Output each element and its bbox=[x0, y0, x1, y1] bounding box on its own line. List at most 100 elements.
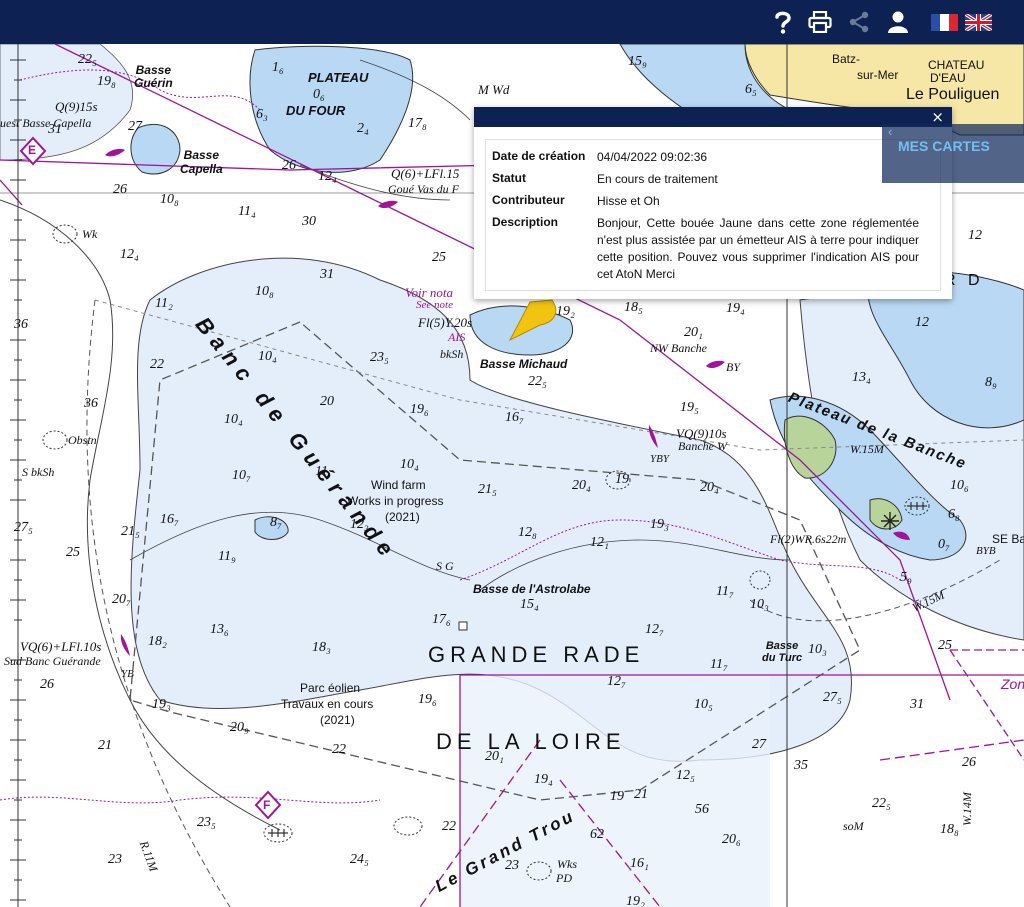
label-pouliguen: Le Pouliguen bbox=[906, 86, 1000, 103]
depth-sounding: 22 bbox=[150, 357, 164, 372]
label-ouest-capella: uest Basse Capella bbox=[0, 116, 92, 130]
label-date: Date de création bbox=[492, 149, 586, 163]
depth-sounding: 25 bbox=[66, 545, 80, 560]
depth-sounding: 19₄ bbox=[726, 301, 745, 316]
label-2021-a: (2021) bbox=[385, 510, 420, 524]
depth-sounding: 16₇ bbox=[505, 410, 524, 425]
depth-sounding: 18₂ bbox=[148, 634, 167, 649]
label-goue-vas: Goué Vas du F bbox=[388, 182, 459, 196]
label-wind-farm: Wind farm bbox=[371, 478, 426, 492]
depth-sounding: 62 bbox=[590, 827, 604, 842]
depth-sounding: 36 bbox=[84, 396, 98, 411]
label-by: BY bbox=[726, 360, 741, 374]
depth-sounding: 26 bbox=[40, 677, 54, 692]
depth-sounding: 11₉ bbox=[218, 549, 236, 564]
feature-info-popup: × Date de création 04/04/2022 09:02:36 S… bbox=[474, 107, 952, 299]
label-basse-astrolabe: Basse de l'Astrolabe bbox=[473, 582, 591, 596]
depth-sounding: 10₆ bbox=[950, 478, 969, 493]
depth-sounding: 12₄ bbox=[318, 169, 337, 184]
depth-sounding: 15₄ bbox=[520, 597, 539, 612]
label-sud-banc: Sud Banc Guérande bbox=[4, 654, 101, 668]
depth-sounding: 19₂ bbox=[626, 894, 645, 907]
label-du-four: DU FOUR bbox=[286, 103, 346, 118]
label-contributeur: Contributeur bbox=[492, 193, 565, 207]
depth-sounding: 26 bbox=[282, 158, 296, 173]
depth-sounding: 23 bbox=[505, 858, 519, 873]
label-travaux: Travaux en cours bbox=[281, 697, 374, 711]
depth-sounding: 12 bbox=[915, 315, 929, 330]
help-icon[interactable] bbox=[769, 8, 797, 36]
value-statut: En cours de traitement bbox=[597, 172, 718, 186]
depth-sounding: 22₅ bbox=[872, 796, 891, 811]
depth-sounding: 23₅ bbox=[370, 350, 389, 365]
label-w15m: W.15M bbox=[850, 442, 884, 456]
mes-cartes-button[interactable]: MES CARTES bbox=[898, 138, 990, 154]
mes-cartes-panel[interactable]: ‹ MES CARTES bbox=[882, 124, 1024, 183]
label-s-bksh: S bkSh bbox=[22, 465, 55, 479]
depth-sounding: 19₆ bbox=[418, 692, 437, 707]
depth-sounding: 22 bbox=[332, 742, 346, 757]
chevron-left-icon[interactable]: ‹ bbox=[888, 124, 892, 139]
value-description: Bonjour, Cette bouée Jaune dans cette zo… bbox=[597, 216, 919, 281]
label-basse-capella: Basse Capella bbox=[180, 148, 223, 176]
label-sur-mer: sur-Mer bbox=[857, 68, 899, 82]
flag-uk-icon[interactable] bbox=[965, 14, 992, 31]
label-see-note: See note bbox=[416, 299, 453, 311]
depth-sounding: 2₄ bbox=[357, 121, 369, 136]
depth-sounding: 5₉ bbox=[900, 570, 912, 585]
label-plateau: PLATEAU bbox=[308, 70, 369, 85]
label-fl2wr: Fl(2)WR.6s22m bbox=[770, 532, 847, 546]
label-yb: YB bbox=[121, 668, 134, 680]
depth-sounding: 18₈ bbox=[940, 822, 959, 837]
label-zon: Zon bbox=[1001, 676, 1024, 692]
label-wks: Wks bbox=[557, 857, 577, 871]
depth-sounding: 11₇ bbox=[710, 657, 728, 672]
depth-sounding: 18₃ bbox=[312, 640, 331, 655]
label-zone-e: E bbox=[28, 143, 37, 157]
depth-sounding: 35 bbox=[794, 758, 808, 773]
depth-sounding: 56 bbox=[695, 802, 709, 817]
depth-sounding: 19₅ bbox=[680, 400, 699, 415]
depth-sounding: 12₈ bbox=[518, 525, 537, 540]
label-chateau: CHATEAU bbox=[928, 58, 985, 72]
depth-sounding: 10₇ bbox=[232, 468, 251, 483]
depth-sounding: 13₄ bbox=[852, 370, 871, 385]
depth-sounding: 30 bbox=[302, 214, 316, 229]
close-icon[interactable]: × bbox=[931, 109, 944, 125]
depth-sounding: 19 bbox=[610, 789, 624, 804]
depth-sounding: 10₈ bbox=[255, 284, 274, 299]
depth-sounding: 10₄ bbox=[400, 457, 419, 472]
label-pd: PD bbox=[556, 871, 572, 885]
depth-sounding: 25 bbox=[938, 638, 952, 653]
depth-sounding: 27₅ bbox=[823, 690, 842, 705]
label-q6: Q(6)+LFl.15 bbox=[391, 166, 460, 181]
user-icon[interactable] bbox=[884, 8, 912, 36]
label-zone-f: F bbox=[263, 798, 271, 812]
depth-sounding: 8₇ bbox=[270, 515, 282, 530]
depth-sounding: 12₃ bbox=[350, 517, 369, 532]
depth-sounding: 12₄ bbox=[120, 247, 139, 262]
popup-header: × bbox=[474, 107, 952, 127]
depth-sounding: 31 bbox=[910, 697, 924, 712]
flag-fr-icon[interactable] bbox=[931, 14, 958, 31]
depth-sounding: 22₅ bbox=[78, 52, 97, 67]
depth-sounding: 13₆ bbox=[210, 622, 229, 637]
depth-sounding: 11₇ bbox=[716, 584, 734, 599]
depth-sounding: 20₆ bbox=[722, 832, 741, 847]
depth-sounding: 1₆ bbox=[272, 60, 284, 75]
depth-sounding: 26 bbox=[962, 755, 976, 770]
label-2021-b: (2021) bbox=[320, 713, 355, 727]
depth-sounding: 19₄ bbox=[534, 772, 553, 787]
label-w14m: W.14M bbox=[960, 792, 974, 826]
label-byb: BYB bbox=[976, 545, 996, 557]
depth-sounding: 20₁ bbox=[485, 749, 504, 764]
depth-sounding: 10₃ bbox=[808, 642, 827, 657]
depth-sounding: 10₅ bbox=[694, 697, 713, 712]
share-icon[interactable] bbox=[845, 8, 873, 36]
value-contributeur: Hisse et Oh bbox=[597, 194, 660, 208]
label-nw-banche: NW Banche bbox=[650, 341, 707, 355]
depth-sounding: 31 bbox=[320, 267, 334, 282]
label-fl5y: Fl(5)Y.20s bbox=[418, 315, 473, 330]
label-banche-w: Banche W bbox=[678, 439, 727, 453]
print-icon[interactable] bbox=[806, 8, 834, 36]
